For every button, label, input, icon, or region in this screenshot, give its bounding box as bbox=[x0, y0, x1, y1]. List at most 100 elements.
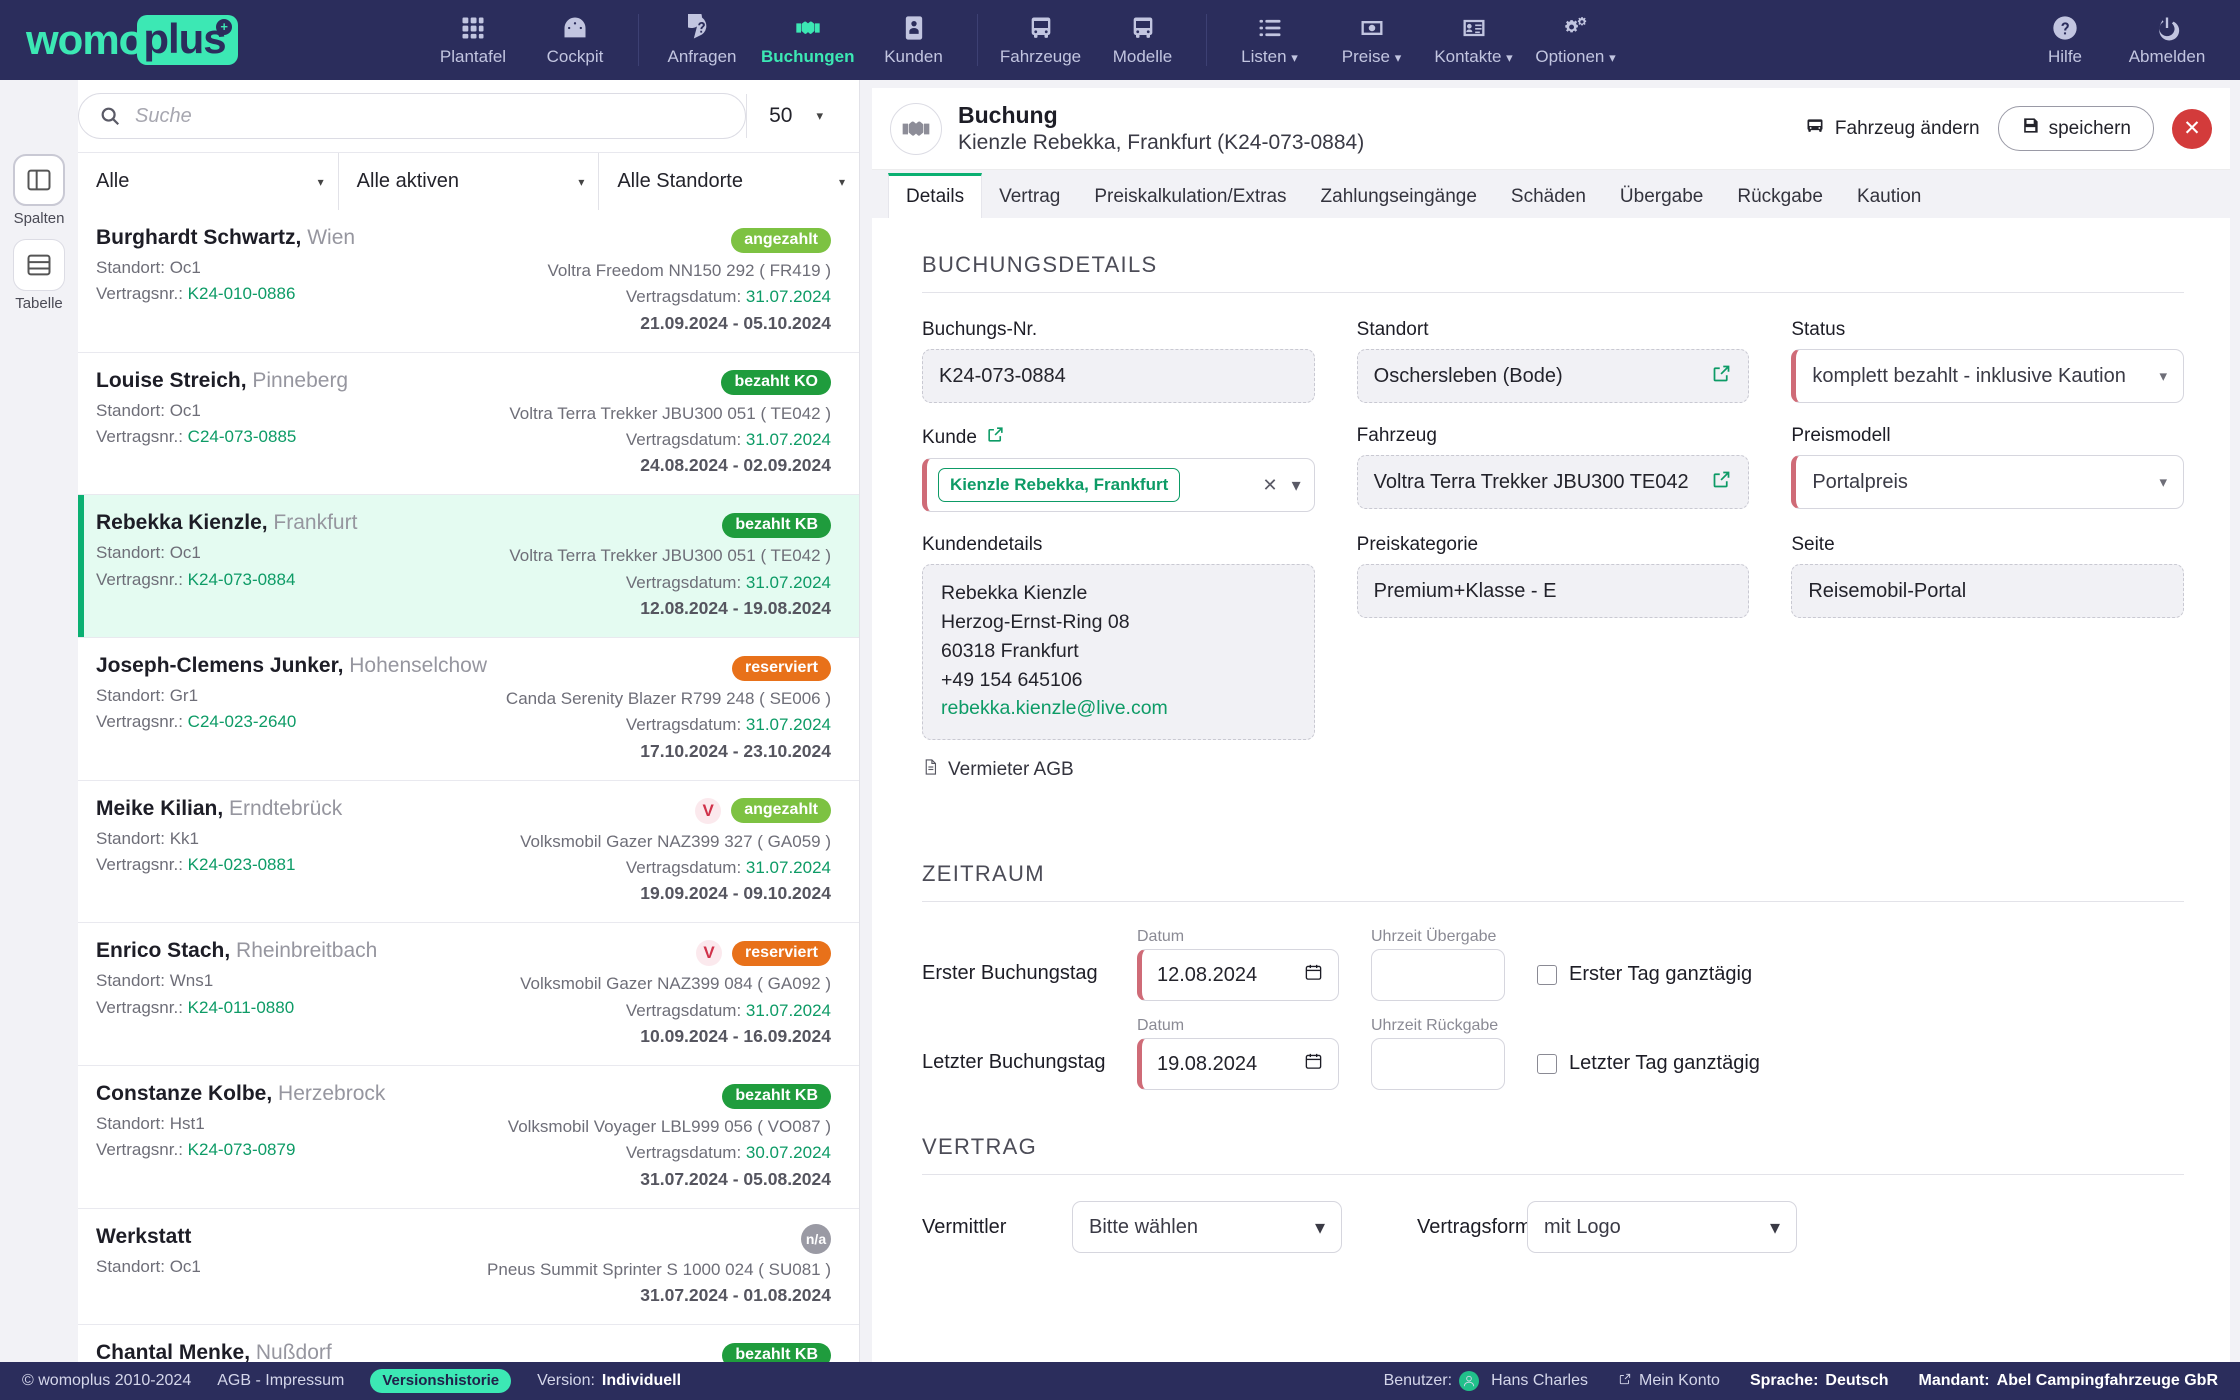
search-input[interactable] bbox=[121, 104, 742, 128]
nav-item-kontakte[interactable]: Kontakte ▾ bbox=[1423, 9, 1525, 71]
booking-customer-city: Frankfurt bbox=[273, 511, 358, 535]
filter-alle[interactable]: Alle ▾ bbox=[78, 153, 339, 210]
booking-list-item[interactable]: Chantal Menke, NußdorfStandort: Oc1Vertr… bbox=[78, 1325, 859, 1362]
footer-versionshistorie-button[interactable]: Versionshistorie bbox=[370, 1369, 512, 1393]
nav-item-hilfe[interactable]: Hilfe bbox=[2014, 9, 2116, 71]
last-day-date-group: Datum 19.08.2024 bbox=[1137, 1017, 1339, 1091]
kunde-select[interactable]: Kienzle Rebekka, Frankfurt ✕ ▾ bbox=[922, 458, 1315, 512]
booking-list-item[interactable]: Joseph-Clemens Junker, Hohenselchow Stand… bbox=[78, 638, 859, 781]
booking-list-item[interactable]: Meike Kilian, Erndtebrück Standort: Kk1 Ve… bbox=[78, 781, 859, 924]
tab-zahlungseing-nge[interactable]: Zahlungseingänge bbox=[1304, 173, 1494, 218]
footer-left: © womoplus 2010-2024 AGB - Impressum Ver… bbox=[22, 1369, 681, 1393]
calendar-icon[interactable] bbox=[1304, 962, 1323, 988]
booking-vertragsnr: Vertragsnr.: K24-010-0886 bbox=[96, 284, 296, 304]
tab-details[interactable]: Details bbox=[888, 173, 983, 218]
nav-item-optionen[interactable]: Optionen ▾ bbox=[1525, 9, 1627, 71]
calendar-icon[interactable] bbox=[1304, 1051, 1323, 1077]
first-full-day-checkbox-row[interactable]: Erster Tag ganztägig bbox=[1537, 963, 1752, 1001]
nav-item-kunden[interactable]: Kunden bbox=[863, 9, 965, 71]
external-link-icon[interactable] bbox=[986, 425, 1005, 450]
booking-list-item[interactable]: Louise Streich, Pinneberg Standort: Oc1 Ve… bbox=[78, 353, 859, 496]
uhrzeit-uebergabe-input[interactable] bbox=[1371, 949, 1505, 1002]
kunde-zipcity: 60318 Frankfurt bbox=[941, 639, 1079, 662]
footer-mein-konto-link[interactable]: Mein Konto bbox=[1618, 1372, 1720, 1391]
status-select[interactable]: komplett bezahlt - inklusive Kaution ▾ bbox=[1791, 349, 2184, 403]
external-link-icon[interactable] bbox=[1711, 363, 1732, 390]
app-logo[interactable]: womo plus + bbox=[0, 0, 420, 80]
search-box[interactable] bbox=[78, 93, 747, 139]
tab-sch-den[interactable]: Schäden bbox=[1494, 173, 1603, 218]
grid-icon bbox=[458, 13, 488, 43]
field-fahrzeug: Fahrzeug Voltra Terra Trekker JBU300 TE0… bbox=[1356, 425, 1750, 512]
change-vehicle-button[interactable]: Fahrzeug ändern bbox=[1804, 116, 1980, 142]
v-indicator-icon: V bbox=[696, 940, 723, 967]
gears-icon bbox=[1561, 13, 1591, 43]
booking-list-item[interactable]: Enrico Stach, Rheinbreitbach Standort: Wn… bbox=[78, 923, 859, 1067]
booking-list-item[interactable]: Constanze Kolbe, Herzebrock Standort: Hst… bbox=[78, 1066, 859, 1209]
rail-button-tabelle[interactable]: Tabelle bbox=[9, 239, 69, 312]
preismodell-select[interactable]: Portalpreis ▾ bbox=[1791, 455, 2184, 509]
checkbox-letzter-tag-ganztaegig[interactable] bbox=[1537, 1053, 1557, 1074]
status-badge: reserviert bbox=[732, 940, 831, 966]
tab-preiskalkulation-extras[interactable]: Preiskalkulation/Extras bbox=[1077, 173, 1303, 218]
booking-vertragsdatum: Vertragsdatum: 31.07.2024 bbox=[625, 858, 831, 878]
footer-sprache[interactable]: Sprache: Deutsch bbox=[1750, 1372, 1889, 1390]
rail-button-spalten[interactable]: Spalten bbox=[9, 154, 69, 227]
tab-r-ckgabe[interactable]: Rückgabe bbox=[1720, 173, 1840, 218]
nav-label-hilfe: Hilfe bbox=[2047, 47, 2082, 66]
uhrzeit-rueckgabe-input[interactable] bbox=[1371, 1038, 1505, 1091]
nav-item-cockpit[interactable]: Cockpit bbox=[524, 9, 626, 71]
nav-label-buchungen: Buchungen bbox=[761, 47, 855, 66]
nav-item-fahrzeuge[interactable]: Fahrzeuge bbox=[990, 9, 1092, 71]
chevron-down-icon: ▾ bbox=[838, 174, 846, 189]
bus-icon bbox=[1128, 13, 1158, 43]
save-button[interactable]: speichern bbox=[1997, 106, 2154, 151]
vertragsformat-select[interactable]: mit Logo ▾ bbox=[1527, 1201, 1797, 1254]
clear-icon[interactable]: ✕ bbox=[1263, 475, 1278, 496]
page-size-select[interactable]: 50 ▾ bbox=[746, 94, 837, 138]
booking-customer-name: Constanze Kolbe, Herzebrock bbox=[96, 1082, 386, 1106]
booking-list-item[interactable]: Werkstatt Standort: Oc1 n/a Pneus Summit Sp… bbox=[78, 1209, 859, 1326]
booking-list-item[interactable]: Burghardt Schwartz, Wien Standort: Oc1 Ver… bbox=[78, 210, 859, 353]
label-vermittler: Vermittler bbox=[922, 1215, 1007, 1238]
close-icon: ✕ bbox=[2183, 117, 2201, 140]
label-preismodell: Preismodell bbox=[1791, 425, 1891, 446]
nav-item-plantafel[interactable]: Plantafel bbox=[422, 9, 524, 71]
booking-list[interactable]: Burghardt Schwartz, Wien Standort: Oc1 Ver… bbox=[0, 210, 859, 1362]
booking-badges: bezahlt KB bbox=[426, 511, 831, 539]
filter-alle-aktiven[interactable]: Alle aktiven ▾ bbox=[339, 153, 600, 210]
close-button[interactable]: ✕ bbox=[2172, 108, 2212, 149]
nav-item-listen[interactable]: Listen ▾ bbox=[1219, 9, 1321, 71]
vermieter-agb-link[interactable]: Vermieter AGB bbox=[922, 757, 1315, 783]
vermittler-select[interactable]: Bitte wählen ▾ bbox=[1072, 1201, 1342, 1254]
kunde-street: Herzog-Ernst-Ring 08 bbox=[941, 610, 1130, 633]
footer-bar: © womoplus 2010-2024 AGB - Impressum Ver… bbox=[0, 1362, 2240, 1400]
filter-alle-aktiven-label: Alle aktiven bbox=[356, 170, 459, 192]
nav-item-anfragen[interactable]: Anfragen bbox=[651, 9, 753, 71]
detail-tabs[interactable]: Details Vertrag Preiskalkulation/Extras Zah… bbox=[872, 170, 2230, 218]
nav-item-abmelden[interactable]: Abmelden bbox=[2116, 9, 2218, 71]
tab-kaution[interactable]: Kaution bbox=[1840, 173, 1938, 218]
tab-vertrag[interactable]: Vertrag bbox=[982, 173, 1077, 218]
nav-item-buchungen[interactable]: Buchungen bbox=[753, 9, 863, 71]
tab--bergabe[interactable]: Übergabe bbox=[1603, 173, 1720, 218]
last-day-date-input[interactable]: 19.08.2024 bbox=[1137, 1038, 1339, 1091]
v-indicator-icon: V bbox=[695, 797, 722, 824]
checkbox-erster-tag-ganztaegig[interactable] bbox=[1537, 964, 1557, 985]
last-full-day-checkbox-row[interactable]: Letzter Tag ganztägig bbox=[1537, 1052, 1760, 1090]
rail-label-spalten: Spalten bbox=[13, 210, 65, 227]
chevron-down-icon[interactable]: ▾ bbox=[1292, 475, 1301, 496]
chevron-down-icon: ▾ bbox=[1769, 1216, 1780, 1239]
filter-alle-standorte[interactable]: Alle Standorte ▾ bbox=[599, 153, 859, 210]
first-day-date-input[interactable]: 12.08.2024 bbox=[1137, 949, 1339, 1002]
footer-agb-link[interactable]: AGB - Impressum bbox=[217, 1372, 344, 1390]
booking-customer-city: Nußdorf bbox=[255, 1341, 332, 1362]
label-erster-tag-ganztaegig: Erster Tag ganztägig bbox=[1569, 963, 1753, 986]
detail-subtitle: Kienzle Rebekka, Frankfurt (K24-073-0884… bbox=[958, 131, 1365, 154]
list-icon bbox=[1255, 13, 1285, 43]
nav-item-modelle[interactable]: Modelle bbox=[1092, 9, 1194, 71]
booking-list-item[interactable]: Rebekka Kienzle, Frankfurt Standort: Oc1 V… bbox=[78, 495, 859, 639]
external-link-icon[interactable] bbox=[1711, 469, 1732, 496]
nav-item-preise[interactable]: Preise ▾ bbox=[1321, 9, 1423, 71]
kunde-email[interactable]: rebekka.kienzle@live.com bbox=[941, 694, 1296, 723]
